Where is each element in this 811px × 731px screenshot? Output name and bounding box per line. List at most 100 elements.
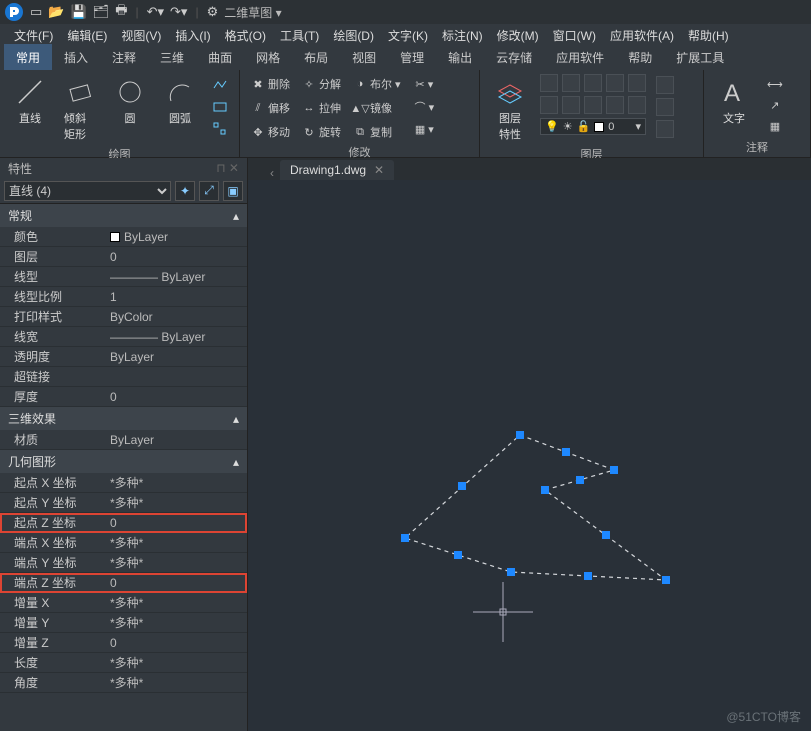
property-value[interactable]: 0 <box>110 516 247 530</box>
layer-state-icon[interactable] <box>628 96 646 114</box>
grip-handle[interactable] <box>584 572 592 580</box>
grip-handle[interactable] <box>401 534 409 542</box>
ribbon-tab-view[interactable]: 视图 <box>340 44 388 70</box>
property-value[interactable]: ByLayer <box>110 230 247 244</box>
property-value[interactable]: 0 <box>110 576 247 590</box>
property-value[interactable]: *多种* <box>110 494 247 511</box>
text-tool-button[interactable]: A 文字 <box>712 74 756 128</box>
property-row[interactable]: 角度*多种* <box>0 673 247 693</box>
copy-button[interactable]: ⧉复制 <box>350 122 404 142</box>
layer-state-icon[interactable] <box>540 96 558 114</box>
ribbon-tab-annotate[interactable]: 注释 <box>100 44 148 70</box>
leader-icon[interactable]: ↗ <box>767 97 782 114</box>
layer-extra-icon[interactable] <box>656 76 674 94</box>
property-value[interactable]: ByColor <box>110 310 247 324</box>
workspace-combo[interactable]: 二维草图 ▾ <box>224 4 281 21</box>
property-value[interactable]: *多种* <box>110 594 247 611</box>
select-objects-icon[interactable]: ⤢ <box>199 181 219 201</box>
property-value[interactable]: *多种* <box>110 614 247 631</box>
ribbon-tab-ext[interactable]: 扩展工具 <box>664 44 736 70</box>
property-value[interactable]: 0 <box>110 390 247 404</box>
menu-edit[interactable]: 编辑(E) <box>61 25 113 46</box>
new-doc-icon[interactable]: ▭ <box>30 4 42 20</box>
menu-modify[interactable]: 修改(M) <box>491 25 545 46</box>
settings-gear-icon[interactable]: ⚙ <box>207 4 219 20</box>
property-value[interactable]: ByLayer <box>110 350 247 364</box>
section-geometry[interactable]: 几何图形▴ <box>0 450 247 473</box>
redo-icon[interactable]: ↷▾ <box>170 4 187 20</box>
menu-insert[interactable]: 插入(I) <box>169 25 216 46</box>
ribbon-tab-surface[interactable]: 曲面 <box>196 44 244 70</box>
property-value[interactable]: 0 <box>110 250 247 264</box>
toggle-pick-icon[interactable]: ▣ <box>223 181 243 201</box>
section-general[interactable]: 常规▴ <box>0 204 247 227</box>
open-icon[interactable]: 📂 <box>48 4 64 20</box>
grip-handle[interactable] <box>516 431 524 439</box>
table-icon[interactable]: ▦ <box>767 118 783 135</box>
selection-type-dropdown[interactable]: 直线 (4) <box>4 181 171 201</box>
layer-selector[interactable]: 💡 ☀ 🔓 0 ▾ <box>540 118 646 135</box>
property-row[interactable]: 起点 X 坐标*多种* <box>0 473 247 493</box>
grip-handle[interactable] <box>576 476 584 484</box>
selected-polyline[interactable] <box>405 435 666 580</box>
ribbon-tab-manage[interactable]: 管理 <box>388 44 436 70</box>
multi-save-icon[interactable]: 🗂 <box>93 4 110 20</box>
property-row[interactable]: 起点 Y 坐标*多种* <box>0 493 247 513</box>
line-tool-button[interactable]: 直线 <box>8 74 52 128</box>
dim-linear-icon[interactable]: ⟷ <box>764 76 786 93</box>
layer-state-icon[interactable] <box>584 96 602 114</box>
polyline-icon[interactable] <box>210 76 230 94</box>
pin-icon[interactable]: ⊓ ✕ <box>216 161 239 175</box>
menu-apps[interactable]: 应用软件(A) <box>604 25 680 46</box>
tab-prev-icon[interactable]: ‹ <box>270 166 274 180</box>
grip-handle[interactable] <box>610 466 618 474</box>
menu-text[interactable]: 文字(K) <box>382 25 434 46</box>
layer-state-icon[interactable] <box>562 74 580 92</box>
property-value[interactable]: ByLayer <box>110 433 247 447</box>
menu-window[interactable]: 窗口(W) <box>547 25 602 46</box>
menu-file[interactable]: 文件(F) <box>8 25 59 46</box>
section-3d-effects[interactable]: 三维效果▴ <box>0 407 247 430</box>
mirror-button[interactable]: ▲▽镜像 <box>350 98 404 118</box>
explode-button[interactable]: ✧分解 <box>299 74 344 94</box>
layer-props-button[interactable]: 图层 特性 <box>488 74 532 144</box>
property-value[interactable]: *多种* <box>110 554 247 571</box>
property-row[interactable]: 长度*多种* <box>0 653 247 673</box>
property-row[interactable]: 起点 Z 坐标0 <box>0 513 247 533</box>
layer-state-icon[interactable] <box>606 74 624 92</box>
layer-state-icon[interactable] <box>606 96 624 114</box>
rotate-button[interactable]: ↻旋转 <box>299 122 344 142</box>
grip-handle[interactable] <box>507 568 515 576</box>
property-row[interactable]: 线型比例1 <box>0 287 247 307</box>
menu-help[interactable]: 帮助(H) <box>682 25 735 46</box>
rectangle-icon[interactable] <box>210 98 230 116</box>
move-button[interactable]: ✥移动 <box>248 122 293 142</box>
grip-handle[interactable] <box>602 531 610 539</box>
menu-format[interactable]: 格式(O) <box>219 25 272 46</box>
quick-select-icon[interactable]: ✦ <box>175 181 195 201</box>
property-row[interactable]: 增量 Y*多种* <box>0 613 247 633</box>
grip-handle[interactable] <box>541 486 549 494</box>
more-draw-icon[interactable] <box>210 120 230 138</box>
properties-scroll[interactable]: 常规▴ 颜色ByLayer图层0线型———— ByLayer线型比例1打印样式B… <box>0 204 247 731</box>
grip-handle[interactable] <box>458 482 466 490</box>
layer-state-icon[interactable] <box>540 74 558 92</box>
ribbon-tab-home[interactable]: 常用 <box>4 44 52 70</box>
tilt-rect-button[interactable]: 倾斜矩形 <box>58 74 102 144</box>
property-row[interactable]: 增量 Z0 <box>0 633 247 653</box>
layer-extra-icon[interactable] <box>656 120 674 138</box>
grip-handle[interactable] <box>562 448 570 456</box>
save-icon[interactable]: 💾 <box>70 4 86 20</box>
offset-button[interactable]: ⫽偏移 <box>248 98 293 118</box>
menu-tools[interactable]: 工具(T) <box>274 25 325 46</box>
property-value[interactable]: *多种* <box>110 474 247 491</box>
menu-draw[interactable]: 绘图(D) <box>327 25 380 46</box>
arc-tool-button[interactable]: 圆弧 <box>158 74 202 128</box>
fillet-icon[interactable]: ⌒ ▾ <box>412 97 438 117</box>
property-row[interactable]: 厚度0 <box>0 387 247 407</box>
layer-state-icon[interactable] <box>628 74 646 92</box>
property-row[interactable]: 端点 X 坐标*多种* <box>0 533 247 553</box>
trim-icon[interactable]: ✂ ▾ <box>412 76 436 93</box>
property-row[interactable]: 图层0 <box>0 247 247 267</box>
ribbon-tab-help[interactable]: 帮助 <box>616 44 664 70</box>
